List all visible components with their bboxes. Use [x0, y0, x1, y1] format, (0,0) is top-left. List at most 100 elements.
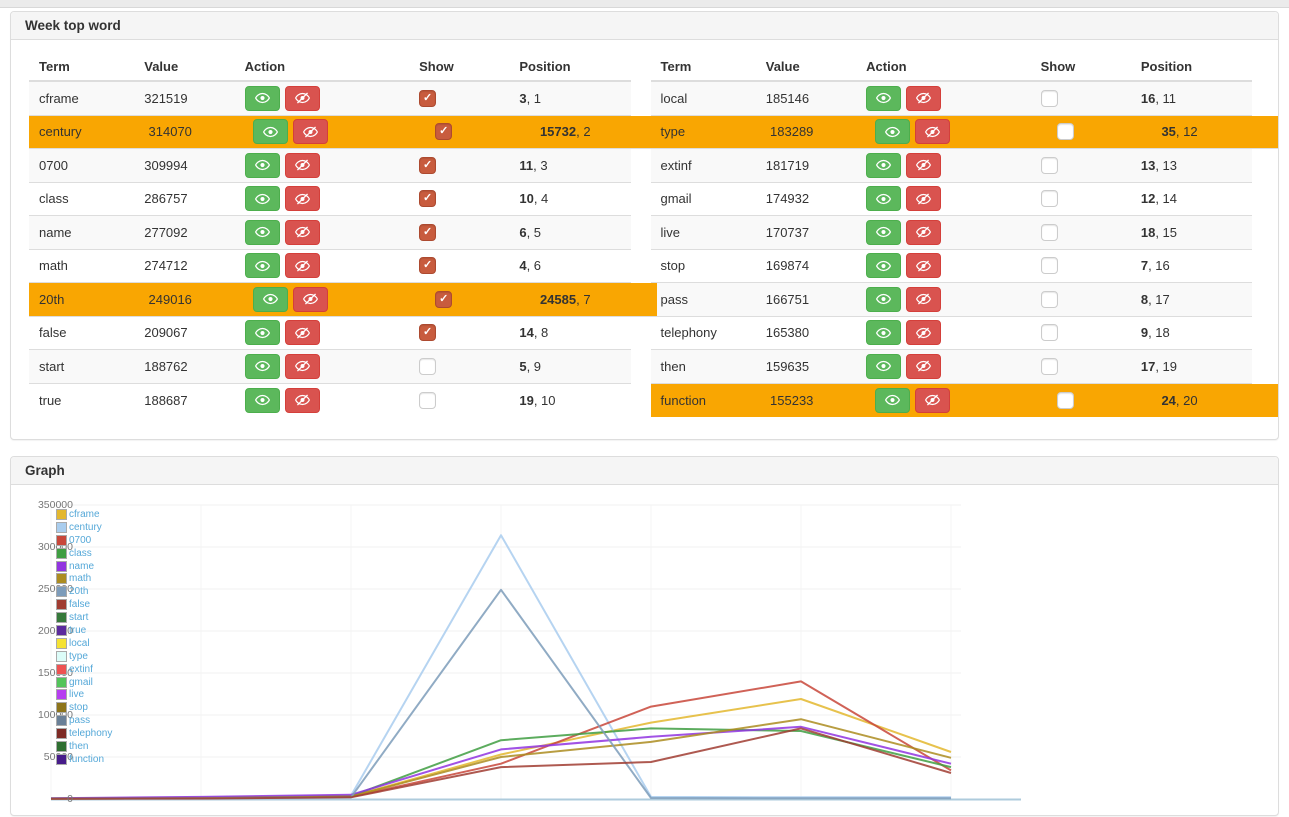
- hide-term-button[interactable]: [293, 119, 328, 144]
- hide-term-button[interactable]: [285, 86, 320, 111]
- legend-label[interactable]: false: [69, 599, 90, 610]
- show-term-button[interactable]: [245, 220, 280, 245]
- column-header: Action: [850, 59, 1024, 74]
- show-checkbox[interactable]: [1041, 190, 1058, 207]
- legend-label[interactable]: type: [69, 651, 88, 662]
- hide-term-button[interactable]: [285, 186, 320, 211]
- show-term-button[interactable]: [875, 119, 910, 144]
- legend-label[interactable]: telephony: [69, 728, 112, 739]
- legend-swatch: [56, 728, 67, 739]
- show-checkbox[interactable]: ✓: [419, 224, 436, 241]
- show-checkbox[interactable]: ✓: [419, 157, 436, 174]
- show-term-button[interactable]: [245, 153, 280, 178]
- hide-term-button[interactable]: [285, 354, 320, 379]
- hide-term-button[interactable]: [906, 320, 941, 345]
- action-cell: [229, 320, 403, 345]
- legend-label[interactable]: math: [69, 573, 91, 584]
- show-checkbox[interactable]: ✓: [435, 291, 452, 308]
- hide-term-button[interactable]: [906, 287, 941, 312]
- position-secondary: , 3: [533, 158, 547, 173]
- show-checkbox[interactable]: [419, 392, 436, 409]
- column-header: Term: [29, 59, 128, 74]
- table-row: telephony1653809, 18: [651, 317, 1253, 351]
- show-checkbox[interactable]: ✓: [435, 123, 452, 140]
- show-checkbox[interactable]: [1041, 157, 1058, 174]
- show-term-button[interactable]: [245, 388, 280, 413]
- show-term-button[interactable]: [866, 354, 901, 379]
- hide-term-button[interactable]: [906, 220, 941, 245]
- show-checkbox[interactable]: [1057, 123, 1074, 140]
- hide-term-button[interactable]: [906, 86, 941, 111]
- show-checkbox[interactable]: [419, 358, 436, 375]
- hide-term-button[interactable]: [285, 253, 320, 278]
- show-term-button[interactable]: [253, 287, 288, 312]
- hide-term-button[interactable]: [906, 354, 941, 379]
- position-cell: 24585, 7: [526, 292, 657, 307]
- show-checkbox[interactable]: [1041, 224, 1058, 241]
- position-secondary: , 19: [1155, 359, 1177, 374]
- legend-label[interactable]: 20th: [69, 586, 88, 597]
- hide-term-button[interactable]: [915, 388, 950, 413]
- legend-label[interactable]: 0700: [69, 535, 91, 546]
- show-term-button[interactable]: [245, 186, 280, 211]
- show-term-button[interactable]: [866, 287, 901, 312]
- position-primary: 4: [519, 258, 526, 273]
- legend-label[interactable]: century: [69, 522, 102, 533]
- hide-term-button[interactable]: [293, 287, 328, 312]
- hide-term-button[interactable]: [906, 153, 941, 178]
- legend-label[interactable]: class: [69, 548, 92, 559]
- show-term-button[interactable]: [253, 119, 288, 144]
- legend-label[interactable]: then: [69, 741, 88, 752]
- show-term-button[interactable]: [866, 86, 901, 111]
- show-checkbox[interactable]: [1041, 291, 1058, 308]
- hide-term-button[interactable]: [285, 220, 320, 245]
- legend-label[interactable]: true: [69, 625, 86, 636]
- legend-label[interactable]: function: [69, 754, 104, 765]
- show-checkbox[interactable]: ✓: [419, 324, 436, 341]
- show-term-button[interactable]: [866, 220, 901, 245]
- show-checkbox[interactable]: ✓: [419, 190, 436, 207]
- hide-term-button[interactable]: [285, 320, 320, 345]
- show-term-button[interactable]: [866, 153, 901, 178]
- show-checkbox[interactable]: ✓: [419, 257, 436, 274]
- legend-label[interactable]: name: [69, 561, 94, 572]
- hide-term-button[interactable]: [285, 153, 320, 178]
- show-term-button[interactable]: [866, 186, 901, 211]
- tables-container: TermValueActionShowPositioncframe321519✓…: [29, 52, 1252, 417]
- show-checkbox[interactable]: [1041, 358, 1058, 375]
- legend-swatch: [56, 599, 67, 610]
- term-cell: telephony: [651, 325, 750, 340]
- legend-label[interactable]: cframe: [69, 509, 100, 520]
- show-checkbox[interactable]: [1041, 324, 1058, 341]
- legend-label[interactable]: local: [69, 638, 90, 649]
- show-term-button[interactable]: [245, 354, 280, 379]
- show-checkbox[interactable]: [1041, 90, 1058, 107]
- show-cell: ✓: [419, 123, 526, 140]
- show-term-button[interactable]: [866, 320, 901, 345]
- legend-swatch: [56, 651, 67, 662]
- page-top-strip: [0, 0, 1289, 8]
- hide-term-button[interactable]: [285, 388, 320, 413]
- show-checkbox[interactable]: ✓: [419, 90, 436, 107]
- legend-label[interactable]: pass: [69, 715, 90, 726]
- show-term-button[interactable]: [245, 320, 280, 345]
- hide-term-button[interactable]: [915, 119, 950, 144]
- show-checkbox[interactable]: [1041, 257, 1058, 274]
- hide-term-button[interactable]: [906, 253, 941, 278]
- show-term-button[interactable]: [875, 388, 910, 413]
- position-cell: 11, 3: [505, 158, 630, 173]
- legend-label[interactable]: extinf: [69, 664, 93, 675]
- eye-slash-icon: [916, 159, 931, 171]
- legend-label[interactable]: start: [69, 612, 88, 623]
- hide-term-button[interactable]: [906, 186, 941, 211]
- show-term-button[interactable]: [245, 253, 280, 278]
- show-term-button[interactable]: [245, 86, 280, 111]
- legend-label[interactable]: live: [69, 689, 84, 700]
- show-term-button[interactable]: [866, 253, 901, 278]
- legend-label[interactable]: gmail: [69, 677, 93, 688]
- column-header: Show: [1025, 59, 1127, 74]
- show-checkbox[interactable]: [1057, 392, 1074, 409]
- legend-item: pass: [56, 714, 112, 727]
- action-cell: [850, 287, 1024, 312]
- legend-label[interactable]: stop: [69, 702, 88, 713]
